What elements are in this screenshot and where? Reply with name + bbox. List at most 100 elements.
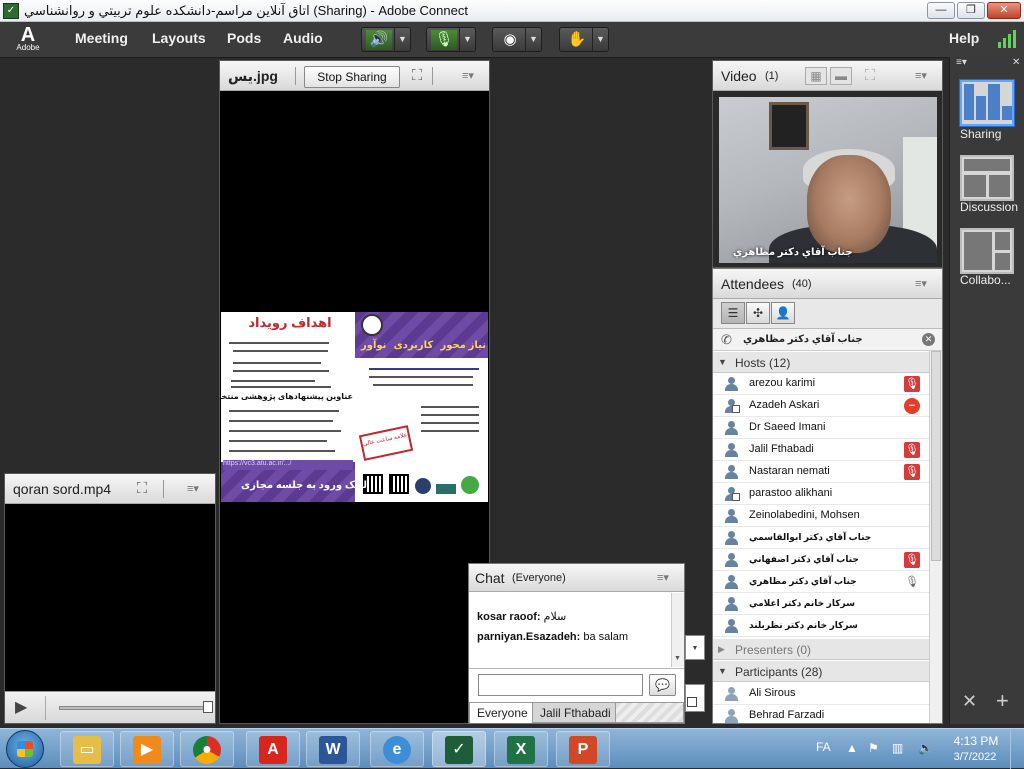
show-desktop-button[interactable] <box>1010 729 1024 769</box>
pod-dropdown-icon[interactable]: ▼ <box>685 635 705 660</box>
attendee-row[interactable]: جناب آقاي دکتر مظاهري 🎙 <box>713 571 929 593</box>
layouts-menu-icon[interactable]: ≡▾ <box>956 57 967 68</box>
attendees-pod-menu-icon[interactable]: ≡▾ <box>910 277 932 291</box>
media-seek-handle[interactable] <box>203 701 213 713</box>
status-view-icon[interactable]: 👤 <box>771 302 795 324</box>
layout-sharing-thumb[interactable] <box>960 80 1014 126</box>
play-icon[interactable]: ▶ <box>15 698 35 718</box>
speaker-dropdown-icon[interactable]: ▼ <box>394 28 410 51</box>
attendee-row[interactable]: سرکار خانم دکتر نظربلند <box>713 615 929 637</box>
layouts-close-icon[interactable]: ✕ <box>1012 57 1020 68</box>
fullscreen-icon[interactable]: ⛶ <box>861 67 879 85</box>
taskbar-acrobat[interactable]: A <box>246 731 300 767</box>
network-icon[interactable]: ▥ <box>892 741 903 755</box>
attendee-name: Dr Saeed Imani <box>749 421 826 433</box>
breakout-view-icon[interactable]: ✣ <box>746 302 770 324</box>
fullscreen-icon[interactable]: ⛶ <box>133 480 151 498</box>
delete-layout-icon[interactable]: ✕ <box>962 691 977 712</box>
media-player-icon: ▶ <box>133 736 161 764</box>
attendee-row[interactable]: سرکار خانم دکتر اعلامي <box>713 593 929 615</box>
taskbar-adobe-connect[interactable]: ✓ <box>432 731 486 767</box>
layout-collaboration-label[interactable]: Collabo... <box>960 273 1020 287</box>
attendees-scroll-thumb[interactable] <box>931 351 941 561</box>
clock-time[interactable]: 4:13 PM <box>953 734 999 748</box>
video-person-face <box>807 155 891 253</box>
filmstrip-view-icon[interactable]: ▬ <box>830 67 852 85</box>
taskbar-media-player[interactable]: ▶ <box>120 731 174 767</box>
menu-layouts[interactable]: Layouts <box>152 30 206 46</box>
video-pod-count: (1) <box>765 70 779 82</box>
layout-collaboration-thumb[interactable] <box>960 228 1014 274</box>
file-pod-menu-icon[interactable]: ≡▾ <box>182 482 204 496</box>
chat-pod-menu-icon[interactable]: ≡▾ <box>652 571 674 585</box>
attendee-row[interactable]: arezou karimi 🎙 <box>713 373 929 395</box>
host-person-icon <box>724 487 740 501</box>
taskbar-word[interactable]: W <box>306 731 360 767</box>
taskbar-internet-explorer[interactable]: e <box>370 731 424 767</box>
webcam-button[interactable]: ◉ ▼ <box>492 27 542 52</box>
raise-hand-dropdown-icon[interactable]: ▼ <box>592 28 608 51</box>
show-hidden-icons[interactable]: ▲ <box>846 741 858 755</box>
attendee-row[interactable]: Ali Sirous <box>713 683 929 705</box>
chat-resize-grip[interactable] <box>615 702 684 723</box>
raise-hand-button[interactable]: ✋ ▼ <box>559 27 609 52</box>
chat-tab-private[interactable]: Jalil Fthabadi <box>532 702 619 723</box>
menu-audio[interactable]: Audio <box>283 30 323 46</box>
restore-button[interactable]: ❐ <box>957 2 985 19</box>
chat-message-input[interactable] <box>478 674 643 696</box>
taskbar-chrome[interactable]: ● <box>180 731 234 767</box>
host-person-icon <box>724 597 738 611</box>
taskbar-powerpoint[interactable]: P <box>556 731 610 767</box>
clear-speaker-icon[interactable]: ✕ <box>922 333 935 346</box>
attendee-row[interactable]: Zeinolabedini, Mohsen <box>713 505 929 527</box>
media-seek-bar[interactable] <box>59 706 207 710</box>
taskbar-excel[interactable]: X <box>494 731 548 767</box>
participants-section-header[interactable]: ▼ Participants (28) <box>713 661 929 682</box>
chat-scrollbar[interactable]: ▼ <box>671 593 684 667</box>
menu-meeting[interactable]: Meeting <box>75 30 128 46</box>
microphone-dropdown-icon[interactable]: ▼ <box>459 28 475 51</box>
menu-help[interactable]: Help <box>949 30 979 46</box>
fullscreen-icon[interactable]: ⛶ <box>408 67 426 85</box>
stop-sharing-button[interactable]: Stop Sharing <box>304 66 400 88</box>
attendee-row[interactable]: parastoo alikhani <box>713 483 929 505</box>
video-pod-menu-icon[interactable]: ≡▾ <box>910 69 932 83</box>
list-view-icon[interactable]: ☰ <box>721 302 745 324</box>
layout-discussion-thumb[interactable] <box>960 155 1014 201</box>
taskbar-explorer[interactable]: ▭ <box>60 731 114 767</box>
attendee-row[interactable]: Nastaran nemati 🎙 <box>713 461 929 483</box>
microphone-button[interactable]: 🎙 ▼ <box>426 27 476 52</box>
attendee-row[interactable]: Jalil Fthabadi 🎙 <box>713 439 929 461</box>
scroll-down-icon[interactable]: ▼ <box>674 655 681 662</box>
action-center-flag-icon[interactable]: ⚑ <box>868 741 879 755</box>
presenters-section-header[interactable]: ▶ Presenters (0) <box>713 639 929 660</box>
grid-view-icon[interactable]: ▦ <box>805 67 827 85</box>
attendee-row[interactable]: Dr Saeed Imani <box>713 417 929 439</box>
layout-sharing-label[interactable]: Sharing <box>960 127 1020 141</box>
minimize-button[interactable]: — <box>927 2 955 19</box>
attendees-scrollbar[interactable] <box>929 351 942 723</box>
share-pod-menu-icon[interactable]: ≡▾ <box>457 69 479 83</box>
clock-date[interactable]: 3/7/2022 <box>949 751 1001 763</box>
chat-send-button[interactable]: 💬 <box>649 674 676 696</box>
host-person-icon <box>724 443 738 457</box>
attendee-row[interactable]: Behrad Farzadi <box>713 705 929 723</box>
chat-tab-everyone[interactable]: Everyone <box>469 702 536 723</box>
start-button[interactable] <box>6 730 44 768</box>
attendee-row[interactable]: Azadeh Askari − <box>713 395 929 417</box>
hosts-section-header[interactable]: ▼ Hosts (12) <box>713 352 929 373</box>
speaker-button[interactable]: 🔊 ▼ <box>361 27 411 52</box>
webcam-dropdown-icon[interactable]: ▼ <box>525 28 541 51</box>
volume-icon[interactable]: 🔈 <box>918 741 933 755</box>
menu-pods[interactable]: Pods <box>227 30 261 46</box>
attendee-row[interactable]: جناب آقاي دکتر ابوالقاسمي <box>713 527 929 549</box>
microphone-muted-icon: 🎙 <box>431 30 457 50</box>
layout-discussion-label[interactable]: Discussion <box>960 200 1020 214</box>
chat-message-area: kosar raoof: سلام parniyan.Esazadeh: ba … <box>470 593 670 667</box>
language-indicator[interactable]: FA <box>816 740 831 754</box>
add-layout-icon[interactable]: + <box>996 688 1009 714</box>
close-button[interactable]: ✕ <box>987 2 1021 19</box>
attendee-row[interactable]: جناب آقاي دکتر اصفهاني 🎙 <box>713 549 929 571</box>
speaker-icon: 🔊 <box>366 30 392 50</box>
pod-resize-handle[interactable] <box>685 684 705 712</box>
